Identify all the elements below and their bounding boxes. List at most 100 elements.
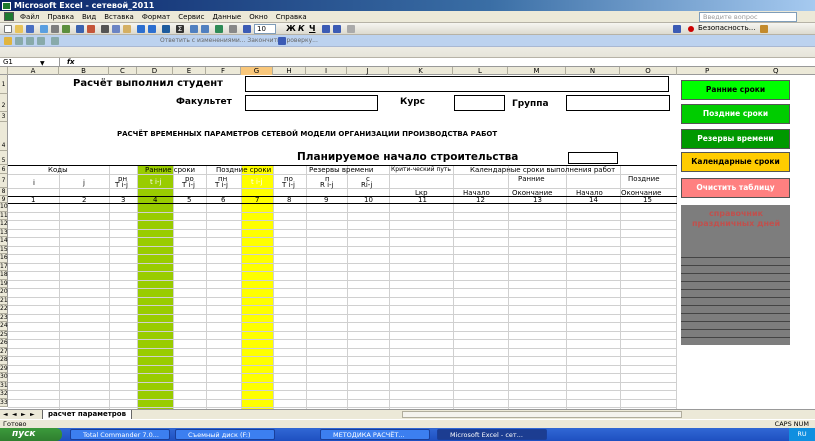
help-icon[interactable] bbox=[243, 25, 251, 33]
clear-table-button[interactable]: Очистить таблицу bbox=[681, 178, 790, 198]
review-icon-1[interactable] bbox=[15, 37, 23, 45]
course-input[interactable] bbox=[454, 95, 505, 111]
calendar-dates-button[interactable]: Календарные сроки bbox=[681, 152, 790, 172]
holiday-row[interactable] bbox=[681, 265, 790, 266]
row-header[interactable]: 16 bbox=[0, 254, 8, 263]
menu-help[interactable]: Справка bbox=[276, 13, 307, 21]
spelling-icon[interactable] bbox=[76, 25, 84, 33]
holiday-table[interactable]: справочник праздничных дней bbox=[681, 205, 790, 345]
holiday-row[interactable] bbox=[681, 305, 790, 306]
holiday-row[interactable] bbox=[681, 297, 790, 298]
col-A[interactable]: A bbox=[8, 67, 59, 75]
row-header[interactable]: 26 bbox=[0, 339, 8, 348]
row-header[interactable]: 25 bbox=[0, 330, 8, 339]
permission-icon[interactable] bbox=[40, 25, 48, 33]
new-window-icon[interactable] bbox=[673, 25, 681, 33]
holiday-row[interactable] bbox=[681, 257, 790, 258]
col-K[interactable]: K bbox=[389, 67, 453, 75]
row-header[interactable]: 33 bbox=[0, 398, 8, 407]
sort-ascending-icon[interactable] bbox=[190, 25, 198, 33]
zoom-icon[interactable] bbox=[229, 25, 237, 33]
holiday-row[interactable] bbox=[681, 329, 790, 330]
align-left-icon[interactable] bbox=[322, 25, 330, 33]
select-all-corner[interactable] bbox=[0, 67, 8, 75]
borders-icon[interactable] bbox=[347, 25, 355, 33]
document-icon[interactable] bbox=[4, 12, 14, 21]
row-header[interactable]: 1 bbox=[0, 75, 8, 94]
tab-scroll-first-icon[interactable]: ◄ bbox=[3, 410, 8, 419]
holiday-row[interactable] bbox=[681, 273, 790, 274]
row-header[interactable]: 21 bbox=[0, 296, 8, 305]
chevron-down-icon[interactable]: ▼ bbox=[40, 60, 45, 67]
col-I[interactable]: I bbox=[306, 67, 347, 75]
row-header[interactable]: 12 bbox=[0, 220, 8, 229]
tab-scroll-prev-icon[interactable]: ◄ bbox=[12, 410, 17, 419]
taskbar-removable-disk[interactable]: Съемный диск (F:) bbox=[175, 429, 275, 440]
row-header[interactable]: 29 bbox=[0, 364, 8, 373]
review-icon-4[interactable] bbox=[51, 37, 59, 45]
open-icon[interactable] bbox=[15, 25, 23, 33]
name-box[interactable]: G1 bbox=[0, 58, 60, 67]
row-header[interactable]: 2 bbox=[0, 94, 8, 112]
early-dates-button[interactable]: Ранние сроки bbox=[681, 80, 790, 100]
row-header[interactable]: 19 bbox=[0, 279, 8, 288]
tab-scroll-last-icon[interactable]: ► bbox=[30, 410, 35, 419]
row-header[interactable]: 11 bbox=[0, 211, 8, 220]
late-dates-button[interactable]: Поздние сроки bbox=[681, 104, 790, 124]
holiday-row[interactable] bbox=[681, 289, 790, 290]
undo-icon[interactable] bbox=[137, 25, 145, 33]
col-F[interactable]: F bbox=[206, 67, 241, 75]
row-header[interactable]: 6 bbox=[0, 165, 8, 174]
align-center-icon[interactable] bbox=[333, 25, 341, 33]
save-icon[interactable] bbox=[26, 25, 34, 33]
row-header[interactable]: 28 bbox=[0, 356, 8, 365]
preview-icon[interactable] bbox=[62, 25, 70, 33]
row-header[interactable]: 13 bbox=[0, 228, 8, 237]
row-header[interactable]: 3 bbox=[0, 112, 8, 122]
holiday-row[interactable] bbox=[681, 281, 790, 282]
row-header[interactable]: 18 bbox=[0, 271, 8, 280]
row-header[interactable]: 14 bbox=[0, 237, 8, 246]
holiday-row[interactable] bbox=[681, 321, 790, 322]
menu-insert[interactable]: Вставка bbox=[104, 13, 134, 21]
row-header[interactable]: 30 bbox=[0, 373, 8, 382]
col-G[interactable]: G bbox=[241, 67, 273, 75]
font-size-select[interactable]: 10 bbox=[254, 24, 276, 34]
row-header[interactable]: 17 bbox=[0, 262, 8, 271]
col-D[interactable]: D bbox=[137, 67, 173, 75]
row-header[interactable]: 15 bbox=[0, 245, 8, 254]
fx-icon[interactable]: fx bbox=[67, 58, 75, 66]
folder-icon[interactable] bbox=[4, 37, 12, 45]
student-name-input[interactable] bbox=[245, 76, 669, 92]
cut-icon[interactable] bbox=[101, 25, 109, 33]
row-header[interactable]: 31 bbox=[0, 381, 8, 390]
row-header[interactable]: 10 bbox=[0, 203, 8, 212]
horizontal-scrollbar[interactable] bbox=[402, 411, 682, 418]
paste-icon[interactable] bbox=[123, 25, 131, 33]
menu-format[interactable]: Формат bbox=[142, 13, 170, 21]
menu-data[interactable]: Данные bbox=[212, 13, 241, 21]
italic-button[interactable]: К bbox=[298, 24, 305, 33]
row-header[interactable]: 8 bbox=[0, 188, 8, 196]
row-header[interactable]: 5 bbox=[0, 151, 8, 165]
row-header[interactable]: 27 bbox=[0, 347, 8, 356]
research-icon[interactable] bbox=[87, 25, 95, 33]
holiday-row[interactable] bbox=[681, 313, 790, 314]
col-L[interactable]: L bbox=[453, 67, 508, 75]
reserves-button[interactable]: Резервы времени bbox=[681, 129, 790, 149]
review-icon-3[interactable] bbox=[37, 37, 45, 45]
worksheet-grid[interactable]: 1 2 3 4 5 6 7 8 9 10 11 12 13 14 15 16 17 18 19 20… bbox=[0, 75, 677, 409]
underline-button[interactable]: Ч bbox=[309, 24, 315, 33]
faculty-input[interactable] bbox=[245, 95, 378, 111]
group-input[interactable] bbox=[566, 95, 670, 111]
col-B[interactable]: B bbox=[59, 67, 109, 75]
row-header[interactable]: 20 bbox=[0, 288, 8, 297]
tab-scroll-next-icon[interactable]: ► bbox=[21, 410, 26, 419]
start-button[interactable]: пуск bbox=[0, 428, 62, 441]
menu-window[interactable]: Окно bbox=[249, 13, 268, 21]
holiday-row[interactable] bbox=[681, 337, 790, 338]
col-M[interactable]: M bbox=[508, 67, 566, 75]
security-button[interactable]: Безопасность... bbox=[698, 24, 755, 32]
review-icon-2[interactable] bbox=[26, 37, 34, 45]
col-H[interactable]: H bbox=[273, 67, 306, 75]
